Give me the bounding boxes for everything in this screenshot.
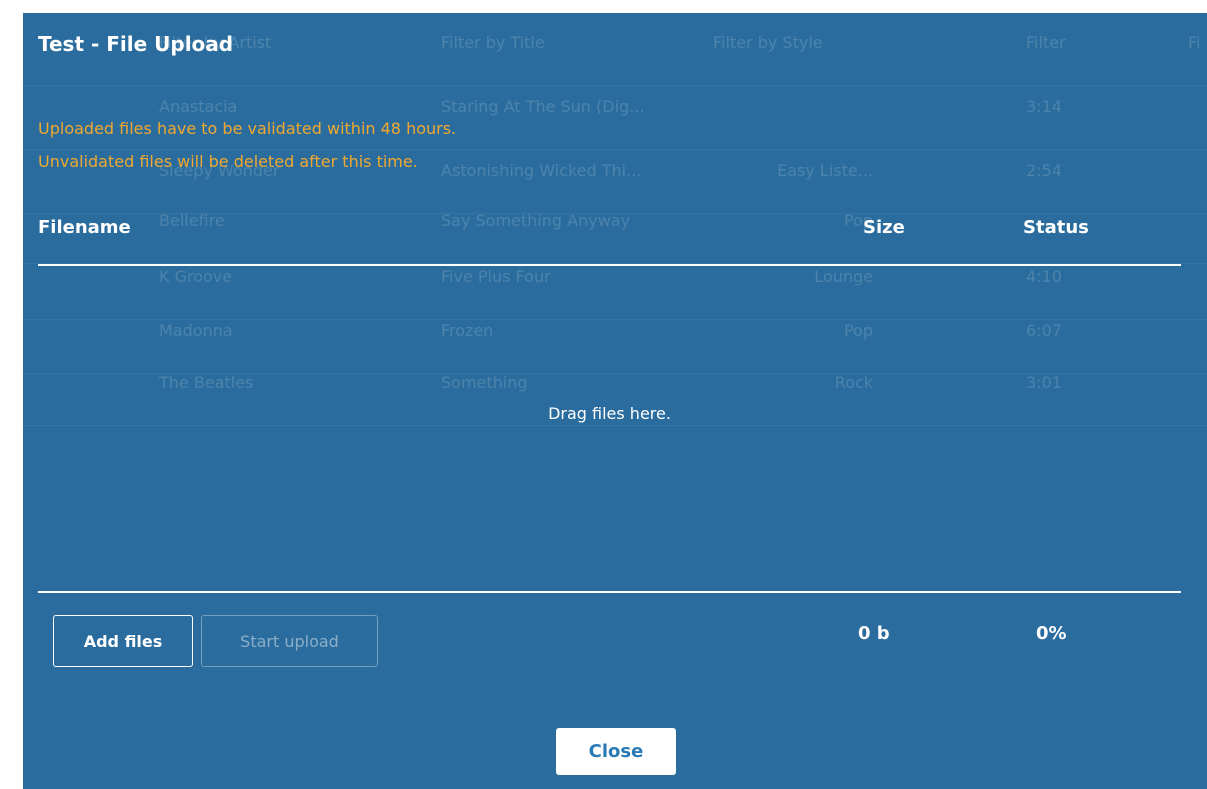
file-drop-zone[interactable]: Drag files here. bbox=[38, 266, 1181, 591]
footer-divider bbox=[38, 591, 1181, 593]
column-header-size: Size bbox=[863, 217, 905, 238]
total-size-value: 0 b bbox=[858, 623, 890, 644]
upload-dialog-overlay: Filter by Artist Filter by Title Filter … bbox=[23, 13, 1207, 789]
validation-notice-line2: Unvalidated files will be deleted after … bbox=[38, 152, 418, 171]
close-button[interactable]: Close bbox=[556, 728, 676, 775]
dialog-title: Test - File Upload bbox=[38, 32, 234, 56]
column-header-filename: Filename bbox=[38, 217, 131, 238]
page-top-strip bbox=[0, 0, 1207, 13]
total-progress-value: 0% bbox=[1036, 623, 1067, 644]
drop-zone-text: Drag files here. bbox=[548, 404, 671, 423]
validation-notice-line1: Uploaded files have to be validated with… bbox=[38, 119, 457, 138]
start-upload-button[interactable]: Start upload bbox=[201, 615, 378, 667]
add-files-button[interactable]: Add files bbox=[53, 615, 193, 667]
column-header-status: Status bbox=[1023, 217, 1089, 238]
upload-dialog: Test - File Upload Uploaded files have t… bbox=[23, 13, 1207, 789]
